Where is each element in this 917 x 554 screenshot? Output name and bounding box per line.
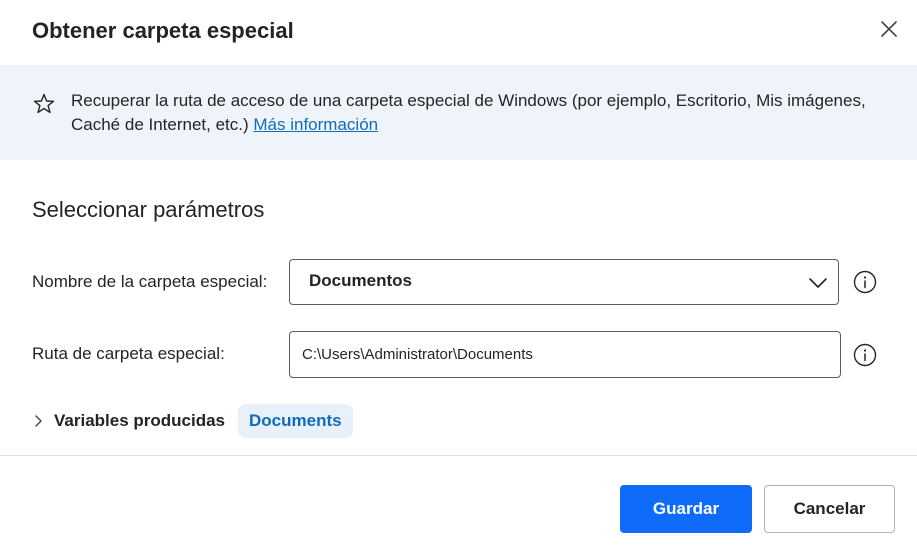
star-outline-icon — [33, 93, 55, 114]
folder-path-input[interactable] — [289, 331, 841, 378]
banner-text: Recuperar la ruta de acceso de una carpe… — [71, 91, 866, 134]
footer-divider — [0, 455, 917, 456]
close-icon — [881, 21, 897, 37]
variables-produced-label: Variables producidas — [54, 411, 226, 430]
chevron-down-icon — [809, 278, 827, 288]
section-title: Seleccionar parámetros — [32, 197, 265, 222]
folder-name-selected-value: Documentos — [309, 271, 412, 290]
more-info-link[interactable]: Más información — [253, 115, 378, 134]
variable-chip[interactable]: Documents — [238, 404, 353, 438]
cancel-button[interactable]: Cancelar — [764, 485, 895, 533]
close-button[interactable] — [874, 14, 904, 44]
dialog: Obtener carpeta especial Recuperar la ru… — [0, 0, 917, 554]
folder-name-dropdown[interactable]: Documentos — [289, 259, 839, 305]
variables-produced-row: Variables producidas Documents — [32, 404, 353, 438]
chevron-right-icon — [35, 415, 42, 427]
folder-name-label: Nombre de la carpeta especial: — [32, 272, 268, 291]
save-button[interactable]: Guardar — [620, 485, 752, 533]
variables-expander[interactable]: Variables producidas — [32, 411, 225, 431]
folder-path-label: Ruta de carpeta especial: — [32, 344, 225, 363]
info-icon[interactable] — [853, 270, 877, 294]
banner-description: Recuperar la ruta de acceso de una carpe… — [71, 89, 871, 137]
dialog-title: Obtener carpeta especial — [32, 18, 294, 43]
info-icon[interactable] — [853, 343, 877, 367]
info-banner: Recuperar la ruta de acceso de una carpe… — [0, 65, 917, 160]
